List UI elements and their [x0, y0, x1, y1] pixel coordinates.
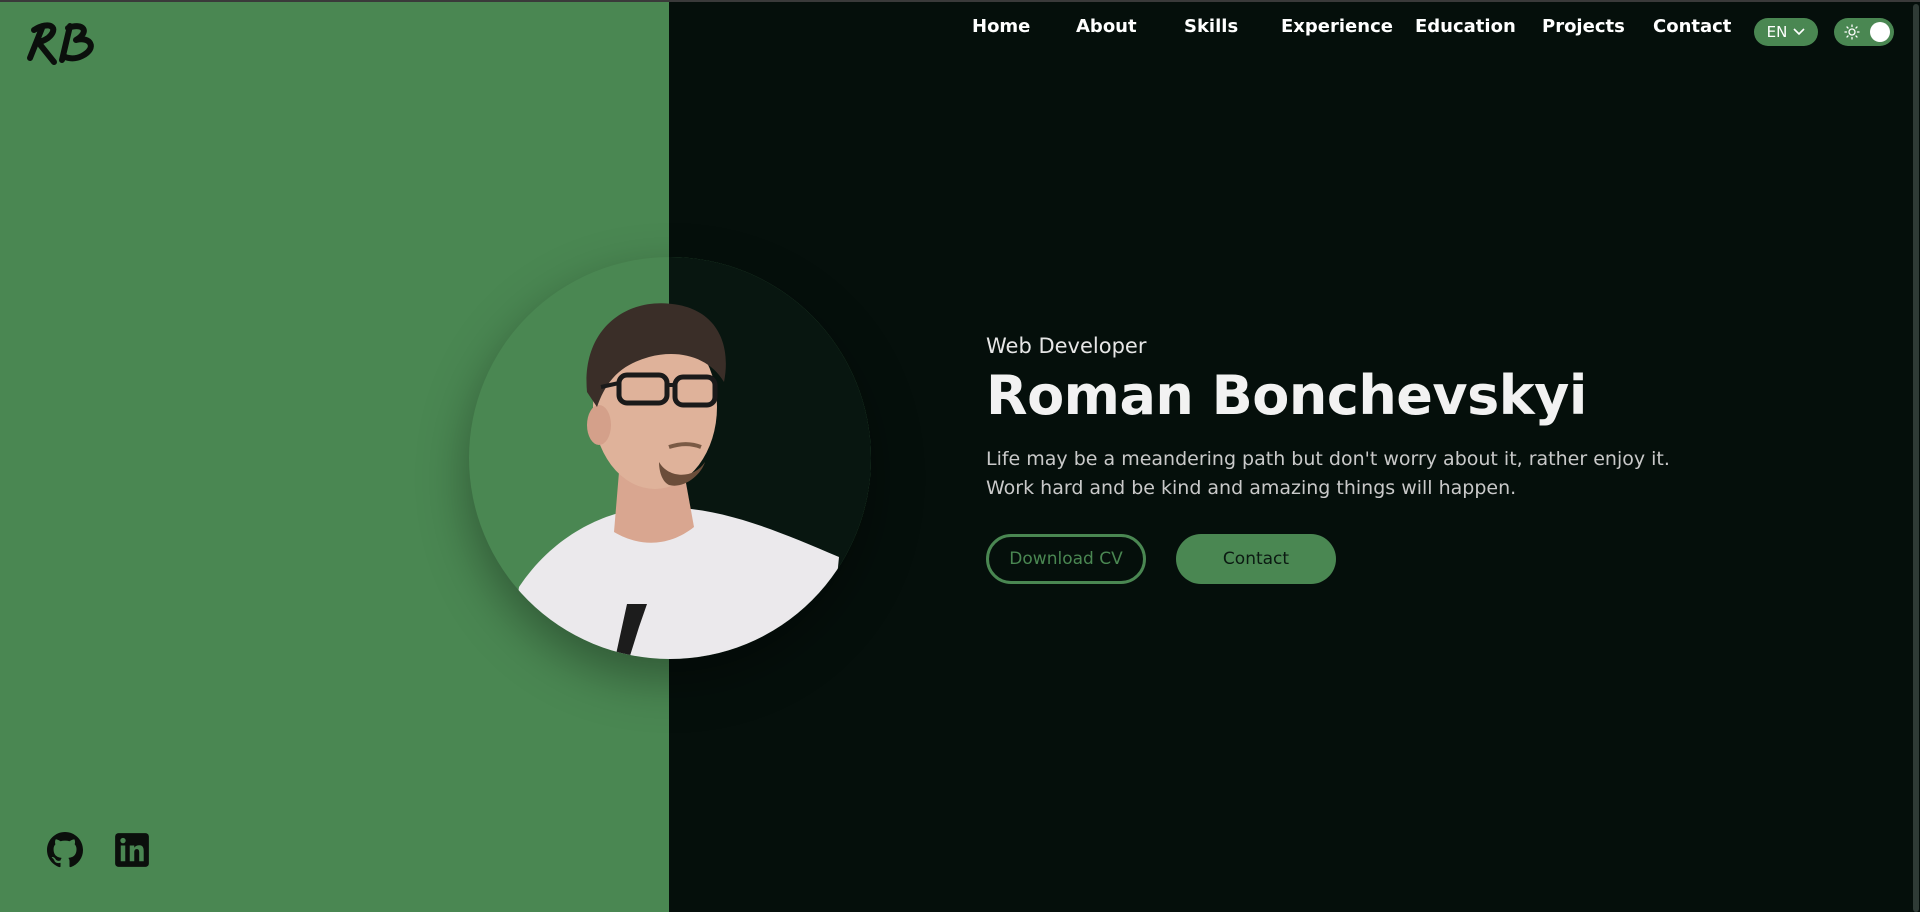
profile-photo — [469, 257, 871, 659]
hero-section: Web Developer Roman Bonchevskyi Life may… — [986, 334, 1726, 503]
nav-home[interactable]: Home — [972, 16, 1030, 37]
language-select[interactable]: EN — [1754, 18, 1818, 46]
toggle-knob — [1870, 22, 1890, 42]
nav-about[interactable]: About — [1076, 16, 1137, 37]
hero-subtitle: Web Developer — [986, 334, 1147, 358]
scrollbar-thumb[interactable] — [1913, 4, 1919, 912]
theme-toggle[interactable] — [1834, 18, 1894, 46]
linkedin-icon[interactable] — [114, 832, 150, 868]
nav-projects[interactable]: Projects — [1542, 16, 1625, 37]
portrait-illustration — [509, 303, 839, 659]
nav-experience[interactable]: Experience — [1281, 16, 1393, 37]
github-icon[interactable] — [47, 832, 83, 868]
contact-button[interactable]: Contact — [1176, 534, 1336, 584]
language-value: EN — [1766, 23, 1788, 41]
scrollbar[interactable] — [1910, 2, 1920, 912]
chevron-down-icon — [1793, 28, 1805, 36]
nav-skills[interactable]: Skills — [1184, 16, 1238, 37]
nav-education[interactable]: Education — [1415, 16, 1516, 37]
hero-title: Roman Bonchevskyi — [986, 364, 1587, 427]
hero-description: Life may be a meandering path but don't … — [986, 448, 1670, 499]
download-cv-button[interactable]: Download CV — [986, 534, 1146, 584]
logo[interactable]: RB — [24, 18, 106, 68]
sun-icon — [1844, 24, 1860, 40]
nav-contact[interactable]: Contact — [1653, 16, 1731, 37]
